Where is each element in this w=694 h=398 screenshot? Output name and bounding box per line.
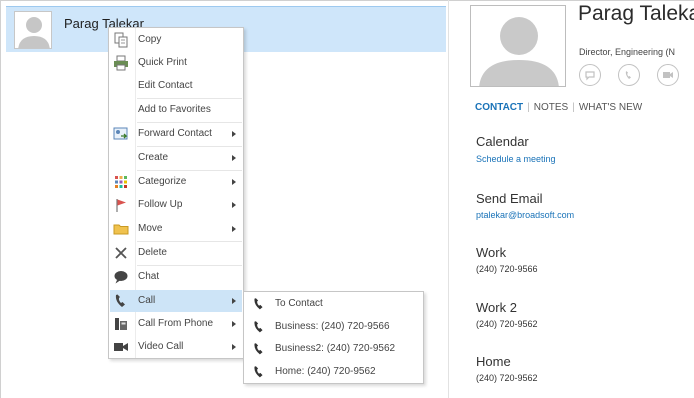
submenu-arrow-icon <box>232 321 236 327</box>
person-silhouette-icon <box>18 17 50 48</box>
folder-icon <box>112 220 130 238</box>
menu-item-call-from-phone[interactable]: Call From Phone <box>110 313 242 335</box>
menu-item-label: Edit Contact <box>138 80 193 91</box>
menu-item-edit-contact[interactable]: Edit Contact <box>110 75 242 97</box>
menu-item-add-to-favorites[interactable]: Add to Favorites <box>110 99 242 121</box>
work2-phone-value[interactable]: (240) 720-9562 <box>476 319 538 329</box>
flag-icon <box>112 196 130 214</box>
submenu-arrow-icon <box>232 298 236 304</box>
printer-icon <box>112 54 130 72</box>
pane-divider[interactable] <box>448 0 449 398</box>
phone-icon[interactable] <box>618 64 640 86</box>
contact-card-avatar <box>470 5 566 87</box>
submenu-item-label: To Contact <box>275 298 323 309</box>
menu-item-copy[interactable]: Copy <box>110 29 242 51</box>
submenu-item-business2[interactable]: Business2: (240) 720-9562 <box>245 338 422 360</box>
categorize-icon <box>112 173 130 191</box>
video-camera-icon <box>112 338 130 356</box>
delete-icon <box>112 244 130 262</box>
window-top-border <box>0 0 694 1</box>
context-menu: Copy Quick Print Edit Contact Add to Fav… <box>108 27 244 359</box>
phone-icon <box>112 292 130 310</box>
phone-icon <box>251 296 267 312</box>
menu-item-call[interactable]: Call <box>110 290 242 312</box>
phone-icon <box>251 341 267 357</box>
tab-separator: | <box>527 102 530 113</box>
copy-icon <box>112 31 130 49</box>
submenu-arrow-icon <box>232 202 236 208</box>
schedule-meeting-link[interactable]: Schedule a meeting <box>476 154 556 164</box>
menu-item-categorize[interactable]: Categorize <box>110 171 242 193</box>
home-label: Home <box>476 354 511 369</box>
submenu-item-business[interactable]: Business: (240) 720-9566 <box>245 316 422 338</box>
menu-item-label: Forward Contact <box>138 128 212 139</box>
menu-item-label: Call From Phone <box>138 318 214 329</box>
avatar <box>14 11 52 49</box>
send-email-label: Send Email <box>476 191 543 206</box>
contact-card-tabs: CONTACT | NOTES | WHAT'S NEW <box>475 102 642 113</box>
home-phone-value[interactable]: (240) 720-9562 <box>476 373 538 383</box>
menu-item-label: Follow Up <box>138 199 183 210</box>
tab-contact[interactable]: CONTACT <box>475 102 523 113</box>
menu-item-chat[interactable]: Chat <box>110 266 242 288</box>
menu-item-move[interactable]: Move <box>110 218 242 240</box>
menu-item-label: Quick Print <box>138 57 187 68</box>
submenu-item-label: Business2: (240) 720-9562 <box>275 343 396 354</box>
window-left-border <box>0 0 1 398</box>
submenu-arrow-icon <box>232 179 236 185</box>
submenu-arrow-icon <box>232 131 236 137</box>
contact-card-name: Parag Taleka <box>578 2 694 25</box>
desk-phone-icon <box>112 315 130 333</box>
im-icon[interactable] <box>579 64 601 86</box>
submenu-item-label: Home: (240) 720-9562 <box>275 366 376 377</box>
video-icon[interactable] <box>657 64 679 86</box>
submenu-item-to-contact[interactable]: To Contact <box>245 293 422 315</box>
menu-item-label: Create <box>138 152 169 163</box>
menu-item-label: Categorize <box>138 176 187 187</box>
work-label: Work <box>476 245 507 260</box>
calendar-label: Calendar <box>476 134 529 149</box>
contact-card-title: Director, Engineering (N <box>579 47 676 57</box>
menu-item-label: Video Call <box>138 341 184 352</box>
submenu-item-home[interactable]: Home: (240) 720-9562 <box>245 361 422 383</box>
phone-icon <box>251 364 267 380</box>
menu-item-delete[interactable]: Delete <box>110 242 242 264</box>
tab-whats-new[interactable]: WHAT'S NEW <box>579 102 642 113</box>
work-phone-value[interactable]: (240) 720-9566 <box>476 264 538 274</box>
menu-item-create[interactable]: Create <box>110 147 242 169</box>
menu-item-label: Delete <box>138 247 167 258</box>
menu-item-video-call[interactable]: Video Call <box>110 336 242 358</box>
work2-label: Work 2 <box>476 300 517 315</box>
submenu-arrow-icon <box>232 155 236 161</box>
menu-item-label: Add to Favorites <box>138 104 211 115</box>
menu-item-forward-contact[interactable]: Forward Contact <box>110 123 242 145</box>
email-link[interactable]: ptalekar@broadsoft.com <box>476 210 574 220</box>
menu-item-follow-up[interactable]: Follow Up <box>110 194 242 216</box>
person-silhouette-icon <box>479 17 559 86</box>
submenu-arrow-icon <box>232 344 236 350</box>
forward-contact-icon <box>112 125 130 143</box>
tab-separator: | <box>572 102 575 113</box>
menu-item-label: Move <box>138 223 163 234</box>
submenu-arrow-icon <box>232 226 236 232</box>
chat-icon <box>112 268 130 286</box>
call-submenu: To Contact Business: (240) 720-9566 Busi… <box>243 291 424 384</box>
tab-notes[interactable]: NOTES <box>534 102 568 113</box>
menu-item-label: Call <box>138 295 156 306</box>
menu-item-label: Chat <box>138 271 160 282</box>
submenu-item-label: Business: (240) 720-9566 <box>275 321 390 332</box>
menu-item-quick-print[interactable]: Quick Print <box>110 52 242 74</box>
phone-icon <box>251 319 267 335</box>
menu-item-label: Copy <box>138 34 162 45</box>
